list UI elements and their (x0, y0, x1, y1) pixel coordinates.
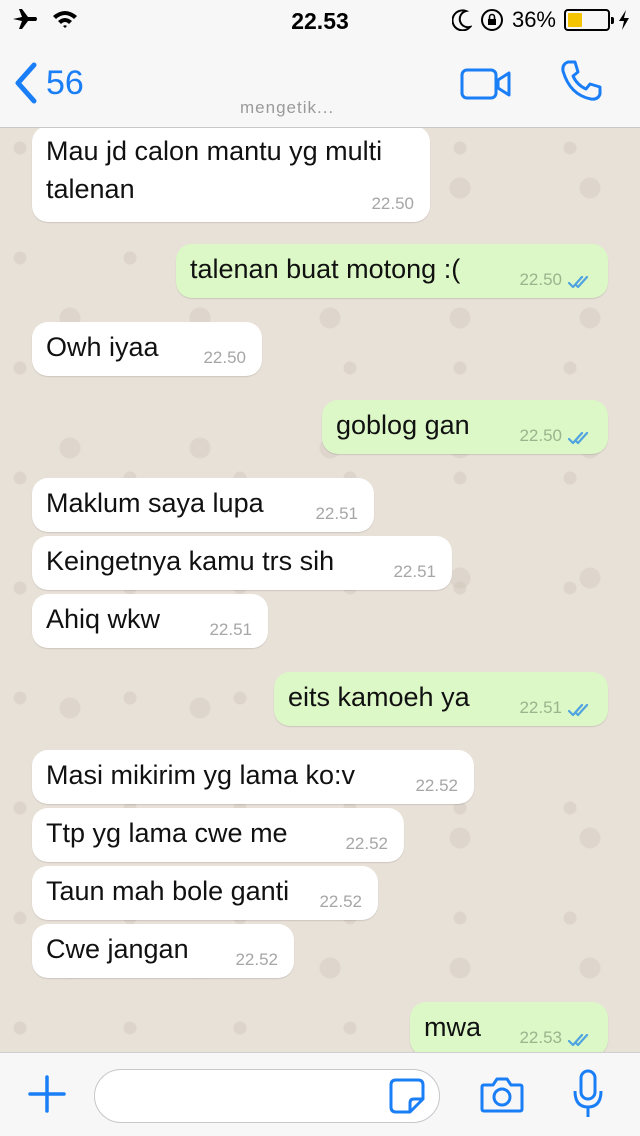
incoming-message-bubble[interactable]: Masi mikirim yg lama ko:v 22.52 (32, 750, 474, 804)
read-receipt-icon (568, 275, 589, 289)
battery-percent: 36% (511, 7, 556, 32)
read-receipt-icon (568, 431, 589, 445)
charging-bolt-icon (619, 10, 629, 30)
incoming-message-bubble[interactable]: Taun mah bole ganti 22.52 (32, 866, 378, 920)
moon-icon (451, 9, 472, 31)
message-timestamp: 22.50 (371, 194, 414, 213)
phone-call-icon[interactable] (558, 58, 604, 104)
message-text: Mau jd calon mantu yg multi (46, 136, 383, 166)
message-timestamp: 22.52 (345, 834, 388, 853)
battery-fill (568, 13, 582, 27)
message-timestamp: 22.53 (519, 1028, 562, 1047)
message-text: Ttp yg lama cwe me (46, 818, 288, 848)
incoming-message-bubble[interactable]: Owh iyaa 22.50 (32, 322, 262, 376)
message-timestamp: 22.51 (315, 504, 358, 523)
message-text: Masi mikirim yg lama ko:v (46, 760, 356, 790)
status-right: 36% (451, 7, 630, 33)
outgoing-message-bubble[interactable]: talenan buat motong :(22.50 (176, 244, 608, 298)
plus-icon[interactable] (28, 1075, 66, 1113)
message-text: Taun mah bole ganti (46, 876, 290, 906)
message-timestamp: 22.50 (519, 426, 562, 445)
battery-icon (564, 9, 614, 31)
message-text: talenan (46, 174, 135, 204)
message-timestamp: 22.50 (519, 270, 562, 289)
incoming-message-bubble[interactable]: Maklum saya lupa 22.51 (32, 478, 374, 532)
back-button[interactable]: 56 (14, 62, 84, 104)
camera-icon[interactable] (480, 1075, 524, 1113)
video-call-icon[interactable] (460, 68, 512, 100)
nav-bar: 56 mengetik... (0, 40, 640, 128)
message-text: Keingetnya kamu trs sih (46, 546, 335, 576)
message-timestamp: 22.51 (519, 698, 562, 717)
rotation-lock-icon (480, 9, 503, 31)
incoming-message-bubble[interactable]: Mau jd calon mantu yg multi talenan 22.50 (32, 128, 430, 222)
message-timestamp: 22.50 (203, 348, 246, 367)
unread-count: 56 (46, 63, 84, 102)
input-bar (0, 1052, 640, 1136)
read-receipt-icon (568, 1033, 589, 1047)
sticker-icon[interactable] (388, 1077, 426, 1115)
outgoing-message-bubble[interactable]: mwa 22.53 (410, 1002, 608, 1052)
chevron-left-icon (15, 62, 37, 104)
message-timestamp: 22.52 (235, 950, 278, 969)
battery-nub (611, 17, 614, 24)
incoming-message-bubble[interactable]: Ahiq wkw 22.51 (32, 594, 268, 648)
read-receipt-icon (568, 703, 589, 717)
incoming-message-bubble[interactable]: Cwe jangan 22.52 (32, 924, 294, 978)
message-timestamp: 22.51 (209, 620, 252, 639)
outgoing-message-bubble[interactable]: eits kamoeh ya 22.51 (274, 672, 608, 726)
chat-area[interactable]: Mau jd calon mantu yg multi talenan 22.50 t… (0, 128, 640, 1052)
incoming-message-bubble[interactable]: Ttp yg lama cwe me 22.52 (32, 808, 404, 862)
message-timestamp: 22.52 (415, 776, 458, 795)
status-bar: 22.53 36% (0, 0, 640, 40)
message-timestamp: 22.52 (319, 892, 362, 911)
microphone-icon[interactable] (572, 1069, 604, 1121)
message-timestamp: 22.51 (393, 562, 436, 581)
message-text: Maklum saya lupa (46, 488, 264, 518)
outgoing-message-bubble[interactable]: goblog gan 22.50 (322, 400, 608, 454)
typing-status: mengetik... (240, 98, 335, 117)
incoming-message-bubble[interactable]: Keingetnya kamu trs sih 22.51 (32, 536, 452, 590)
